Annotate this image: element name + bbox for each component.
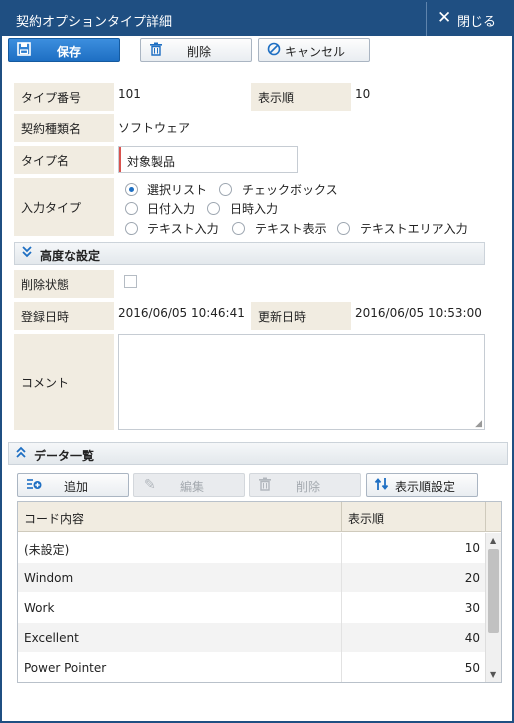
table-row[interactable]: Power Pointer 50 (18, 653, 485, 682)
display-order-cell: 50 (464, 661, 480, 675)
grid-body: (未設定) 10 Windom 20 Work 30 Excellent 40 Power Po… (18, 533, 485, 682)
updated-value: 2016/06/05 10:53:00 (355, 306, 482, 320)
display-order-cell: 40 (464, 631, 480, 645)
table-row[interactable]: Windom 20 (18, 563, 485, 593)
add-list-icon (26, 477, 42, 495)
close-label: 閉じる (457, 15, 497, 30)
trash-icon (258, 477, 272, 495)
column-header-code[interactable]: コード内容 (24, 510, 84, 527)
save-icon (17, 42, 31, 60)
type-no-value: 101 (118, 87, 141, 101)
registered-label: 登録日時 (14, 302, 114, 330)
chevron-down-icon (21, 245, 33, 263)
radio-date-input[interactable] (125, 202, 138, 215)
data-list-section-header[interactable]: データ一覧 (8, 442, 508, 465)
cancel-button[interactable]: キャンセル (258, 38, 370, 62)
code-content-cell: (未設定) (24, 543, 70, 557)
code-content-cell: Power Pointer (24, 661, 107, 675)
radio-textarea-input[interactable] (337, 222, 350, 235)
radio-select-list[interactable] (125, 183, 138, 196)
grid-header: コード内容 表示順 (18, 502, 501, 532)
radio-checkbox[interactable] (219, 183, 232, 196)
sort-arrows-icon (374, 477, 390, 495)
data-list-section-title: データ一覧 (34, 449, 95, 463)
cancel-icon (267, 42, 281, 60)
display-order-cell: 20 (464, 571, 480, 585)
display-order-value: 10 (355, 87, 371, 101)
comment-label: コメント (14, 334, 114, 430)
deleted-label: 削除状態 (14, 270, 114, 298)
close-icon: ✕ (437, 8, 452, 28)
column-header-order[interactable]: 表示順 (348, 510, 384, 527)
display-order-cell: 30 (464, 601, 480, 615)
save-label: 保存 (57, 45, 82, 59)
radio-text-display-label: テキスト表示 (255, 222, 327, 236)
registered-value: 2016/06/05 10:46:41 (118, 306, 245, 320)
edit-button[interactable]: ✎ 編集 (133, 473, 245, 497)
code-content-cell: Excellent (24, 631, 79, 645)
contract-kind-label: 契約種類名 (14, 114, 114, 142)
detail-dialog: 契約オプションタイプ詳細 ✕ 閉じる 保存 削除 キャンセル タイプ番号 101… (0, 0, 514, 723)
comment-textarea[interactable]: ◢ (118, 334, 485, 430)
radio-textarea-input-label: テキストエリア入力 (360, 222, 468, 236)
edit-label: 編集 (180, 480, 205, 494)
delete-label: 削除 (187, 45, 212, 59)
display-order-button-label: 表示順設定 (395, 480, 456, 494)
pencil-icon: ✎ (144, 477, 156, 493)
display-order-button[interactable]: 表示順設定 (366, 473, 478, 497)
type-name-value: 対象製品 (127, 155, 176, 169)
add-label: 追加 (64, 480, 89, 494)
type-name-input[interactable]: 対象製品 (118, 146, 298, 173)
delete-button[interactable]: 削除 (140, 38, 252, 62)
grid-scrollbar[interactable]: ▲ ▼ (485, 533, 501, 682)
type-no-label: タイプ番号 (14, 83, 114, 111)
radio-date-input-label: 日付入力 (147, 202, 196, 216)
save-button[interactable]: 保存 (8, 38, 120, 62)
table-row[interactable]: (未設定) 10 (18, 533, 485, 563)
cancel-label: キャンセル (285, 45, 346, 59)
code-content-cell: Windom (24, 571, 74, 585)
input-type-label: 入力タイプ (14, 178, 114, 236)
radio-datetime-input-label: 日時入力 (230, 202, 279, 216)
display-order-label: 表示順 (251, 83, 351, 111)
radio-datetime-input[interactable] (207, 202, 220, 215)
close-button[interactable]: ✕ 閉じる (426, 2, 512, 36)
radio-checkbox-label: チェックボックス (242, 183, 338, 197)
display-order-cell: 10 (464, 541, 480, 555)
trash-icon (149, 42, 163, 60)
radio-text-input[interactable] (125, 222, 138, 235)
radio-select-list-label: 選択リスト (147, 183, 208, 197)
list-delete-button[interactable]: 削除 (249, 473, 361, 497)
resize-handle-icon[interactable]: ◢ (475, 419, 482, 429)
dialog-title: 契約オプションタイプ詳細 (16, 15, 173, 30)
advanced-section-title: 高度な設定 (40, 249, 101, 263)
scroll-down-icon[interactable]: ▼ (490, 670, 496, 679)
radio-text-display[interactable] (232, 222, 245, 235)
type-name-label: タイプ名 (14, 146, 114, 174)
title-bar: 契約オプションタイプ詳細 ✕ 閉じる (2, 2, 512, 36)
scroll-up-icon[interactable]: ▲ (490, 536, 496, 545)
data-grid: コード内容 表示順 (未設定) 10 Windom 20 Work 30 Excellent… (17, 501, 502, 683)
code-content-cell: Work (24, 601, 55, 615)
radio-text-input-label: テキスト入力 (147, 222, 219, 236)
chevron-up-icon (15, 445, 27, 463)
required-marker (119, 147, 121, 172)
table-row[interactable]: Excellent 40 (18, 623, 485, 653)
advanced-section-header[interactable]: 高度な設定 (14, 242, 485, 265)
updated-label: 更新日時 (251, 302, 351, 330)
list-delete-label: 削除 (296, 480, 321, 494)
table-row[interactable]: Work 30 (18, 593, 485, 623)
deleted-checkbox[interactable] (124, 275, 137, 288)
scroll-thumb[interactable] (488, 549, 499, 633)
add-button[interactable]: 追加 (17, 473, 129, 497)
contract-kind-value: ソフトウェア (118, 121, 191, 135)
